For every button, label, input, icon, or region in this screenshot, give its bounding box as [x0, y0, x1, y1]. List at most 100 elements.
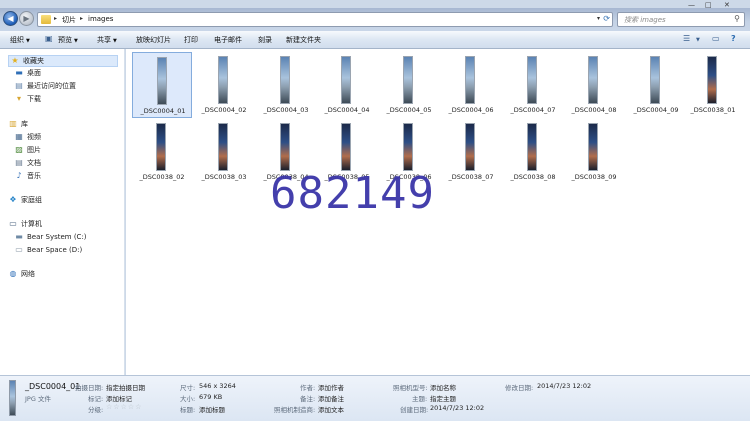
- documents-icon: ▤: [15, 158, 23, 167]
- library-icon: ▥: [9, 119, 17, 128]
- back-button[interactable]: ◀: [3, 11, 18, 26]
- sidebar-item-recent[interactable]: ▤ 最近访问的位置: [14, 81, 76, 91]
- dims-label: 尺寸:: [180, 384, 196, 392]
- file-tile[interactable]: _DSC0004_08: [564, 52, 624, 118]
- command-bar: 组织 ▼ ▣ 预览 ▼ 共享 ▼ 放映幻灯片 打印 电子邮件 刻录 新建文件夹 ☰ ▼…: [0, 31, 750, 49]
- file-tile[interactable]: _DSC0004_09: [626, 52, 686, 118]
- star-icon[interactable]: ☆: [121, 403, 128, 411]
- drive-icon: ▬: [15, 232, 23, 241]
- file-tile[interactable]: _DSC0004_07: [503, 52, 563, 118]
- camera-model-value[interactable]: 添加名称: [430, 382, 456, 392]
- file-name: _DSC0038_08: [510, 173, 556, 181]
- file-tile[interactable]: _DSC0004_04: [317, 52, 377, 118]
- image-thumbnail: [218, 123, 228, 171]
- star-icon[interactable]: ☆: [113, 403, 120, 411]
- sidebar-item-pictures[interactable]: ▨ 图片: [14, 145, 41, 155]
- rating-stars[interactable]: ☆☆☆☆☆: [106, 403, 142, 411]
- image-thumbnail: [280, 123, 290, 171]
- desktop-icon: ▬: [15, 68, 23, 77]
- image-thumbnail: [341, 56, 351, 104]
- computer-icon: ▭: [9, 219, 17, 228]
- view-options-icon[interactable]: ☰: [683, 34, 690, 43]
- sidebar-item-homegroup[interactable]: ❖ 家庭组: [8, 195, 42, 205]
- print-button[interactable]: 打印: [184, 35, 198, 45]
- homegroup-icon: ❖: [9, 195, 17, 204]
- file-list: _DSC0004_01 _DSC0004_02 _DSC0004_03 _DSC…: [126, 49, 750, 375]
- image-thumbnail: [156, 123, 166, 171]
- burn-button[interactable]: 刻录: [258, 35, 272, 45]
- sidebar-item-music[interactable]: ♪ 音乐: [14, 171, 41, 181]
- star-icon[interactable]: ☆: [135, 403, 142, 411]
- search-icon[interactable]: ⚲: [734, 14, 740, 23]
- selected-file-type: JPG 文件: [25, 395, 51, 403]
- subject-value[interactable]: 指定主题: [430, 393, 456, 403]
- file-tile[interactable]: _DSC0004_05: [379, 52, 439, 118]
- modified-value: 2014/7/23 12:02: [537, 382, 592, 390]
- sidebar-item-network[interactable]: ◍ 网络: [8, 269, 36, 279]
- image-thumbnail: [280, 56, 290, 104]
- shot-date-value[interactable]: 指定拍摄日期: [106, 382, 145, 392]
- author-value[interactable]: 添加作者: [318, 382, 344, 392]
- sidebar-item-drive-d[interactable]: ▭ Bear Space (D:): [14, 245, 82, 255]
- sidebar-item-favorites[interactable]: ★ 收藏夹: [8, 55, 118, 67]
- file-tile[interactable]: _DSC0038_02: [132, 119, 192, 185]
- share-menu[interactable]: 共享 ▼: [97, 35, 117, 45]
- drive-icon: ▭: [15, 245, 23, 254]
- email-button[interactable]: 电子邮件: [214, 35, 242, 45]
- slideshow-button[interactable]: 放映幻灯片: [136, 35, 171, 45]
- file-tile[interactable]: _DSC0004_01: [132, 52, 192, 118]
- forward-button[interactable]: ▶: [19, 11, 34, 26]
- refresh-icon[interactable]: ⟳: [603, 14, 610, 23]
- search-input[interactable]: 搜索 images ⚲: [617, 12, 745, 27]
- modified-label: 修改日期:: [505, 384, 534, 392]
- file-tile[interactable]: _DSC0004_02: [194, 52, 254, 118]
- created-label: 创建日期:: [400, 406, 429, 414]
- image-thumbnail: [588, 123, 598, 171]
- watermark-text: 682149: [270, 168, 435, 219]
- sidebar-item-desktop[interactable]: ▬ 桌面: [14, 68, 41, 78]
- file-name: _DSC0004_03: [263, 106, 309, 114]
- organize-menu[interactable]: 组织 ▼: [10, 35, 30, 45]
- sidebar-item-library[interactable]: ▥ 库: [8, 119, 28, 129]
- view-dropdown-icon[interactable]: ▼: [696, 37, 700, 43]
- downloads-icon: ▾: [16, 94, 21, 103]
- camera-maker-value[interactable]: 添加文本: [318, 404, 344, 414]
- file-name: _DSC0038_02: [139, 173, 185, 181]
- preview-pane-icon[interactable]: ▭: [712, 34, 720, 43]
- file-tile[interactable]: _DSC0038_07: [441, 119, 501, 185]
- file-tile[interactable]: _DSC0004_03: [256, 52, 316, 118]
- close-icon[interactable]: ✕: [724, 1, 730, 9]
- image-thumbnail: [403, 123, 413, 171]
- comment-value[interactable]: 添加备注: [318, 393, 344, 403]
- image-thumbnail: [403, 56, 413, 104]
- preview-icon: ▣: [45, 34, 53, 43]
- file-tile[interactable]: _DSC0038_01: [683, 52, 743, 118]
- folder-icon: [41, 15, 51, 24]
- dropdown-arrow-icon: ▼: [26, 38, 30, 44]
- sidebar-item-downloads[interactable]: ▾ 下载: [14, 94, 41, 104]
- sidebar-item-computer[interactable]: ▭ 计算机: [8, 219, 42, 229]
- address-field[interactable]: ▸ 切片 ▸ images ▾ ⟳: [37, 12, 613, 27]
- file-tile[interactable]: _DSC0038_03: [194, 119, 254, 185]
- file-name: _DSC0004_04: [324, 106, 370, 114]
- minimize-icon[interactable]: —: [688, 1, 695, 9]
- tags-value[interactable]: 添加标记: [106, 393, 132, 403]
- new-folder-button[interactable]: 新建文件夹: [286, 35, 321, 45]
- sidebar-item-videos[interactable]: ▦ 视频: [14, 132, 41, 142]
- explorer-window: ◀ ▶ ▸ 切片 ▸ images ▾ ⟳ 搜索 images ⚲ — □ ✕ …: [0, 0, 750, 421]
- image-thumbnail: [527, 123, 537, 171]
- file-tile[interactable]: _DSC0038_09: [564, 119, 624, 185]
- breadcrumb-arrow-icon: ▸: [80, 15, 84, 22]
- subject-label: 主题:: [412, 395, 428, 403]
- help-icon[interactable]: ?: [731, 34, 736, 43]
- file-tile[interactable]: _DSC0004_06: [441, 52, 501, 118]
- sidebar-item-documents[interactable]: ▤ 文档: [14, 158, 41, 168]
- address-dropdown-icon[interactable]: ▾: [597, 15, 600, 22]
- title-value[interactable]: 添加标题: [199, 404, 225, 414]
- breadcrumb-item[interactable]: 切片: [62, 15, 76, 25]
- breadcrumb-item[interactable]: images: [88, 15, 113, 23]
- file-tile[interactable]: _DSC0038_08: [503, 119, 563, 185]
- sidebar-item-drive-c[interactable]: ▬ Bear System (C:): [14, 232, 86, 242]
- maximize-icon[interactable]: □: [705, 1, 712, 9]
- preview-menu[interactable]: 预览 ▼: [58, 35, 78, 45]
